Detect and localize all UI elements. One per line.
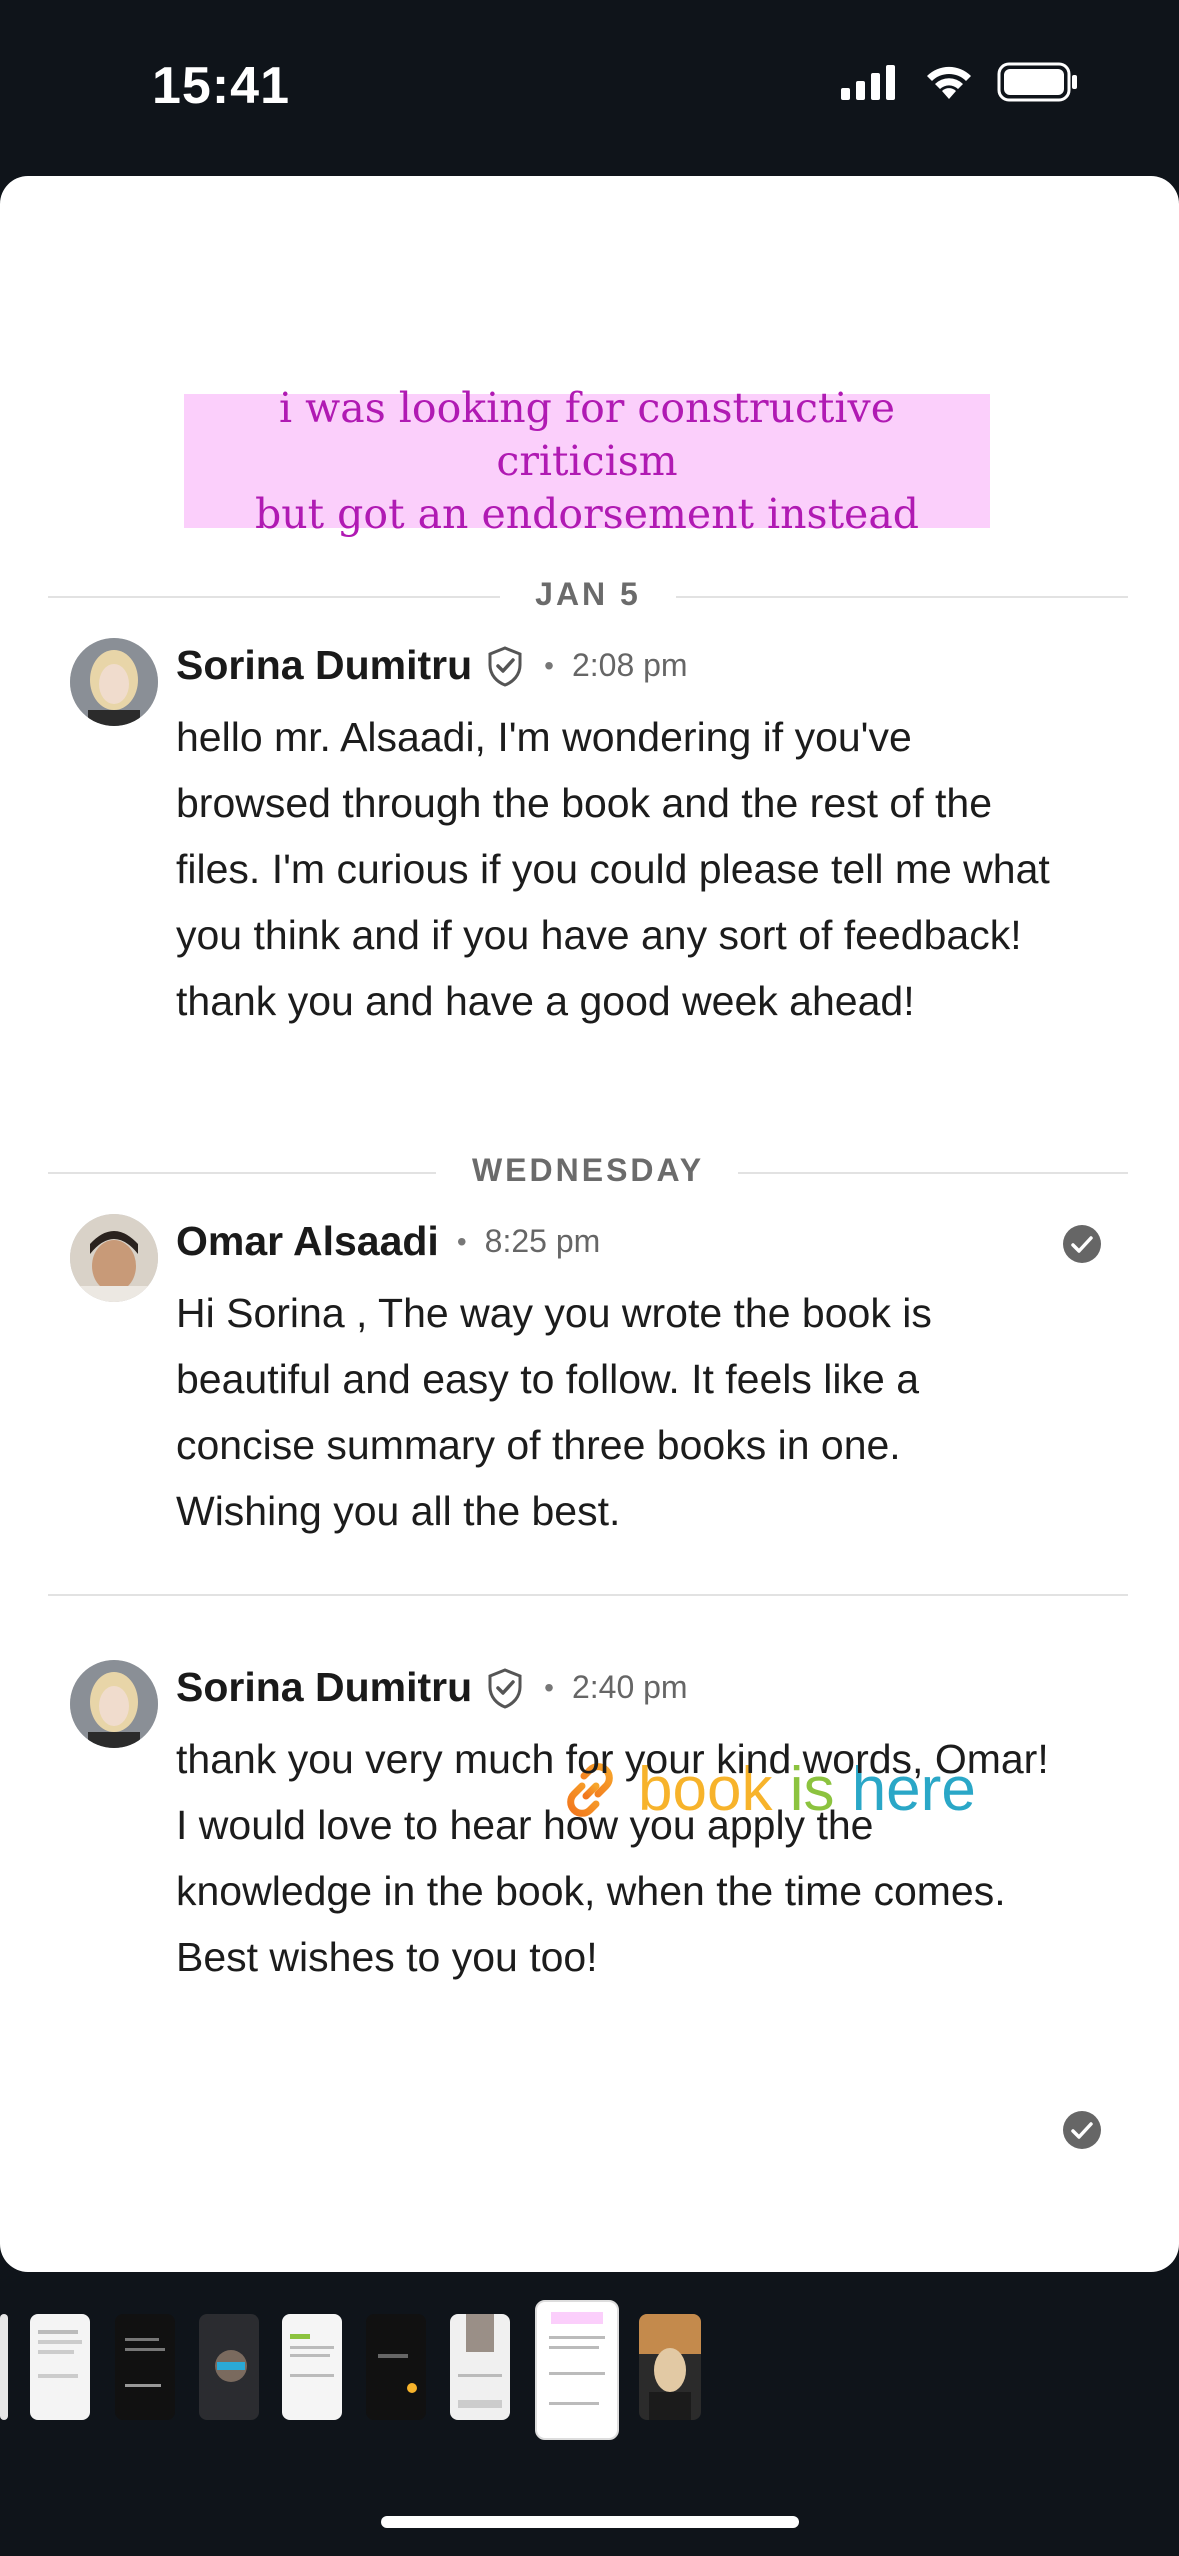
- sender-name[interactable]: Sorina Dumitru: [176, 1664, 472, 1711]
- wifi-icon: [927, 66, 971, 99]
- caption-line-1: i was looking for constructive criticism: [279, 383, 895, 485]
- story-thumbnail[interactable]: [0, 2314, 8, 2420]
- message-text: Hi Sorina , The way you wrote the book i…: [176, 1290, 932, 1534]
- separator-dot: •: [456, 1225, 467, 1257]
- message-item: Omar Alsaadi • 8:25 pm Hi Sorina , The w…: [70, 1214, 1110, 1694]
- date-separator: JAN 5: [48, 576, 1128, 616]
- story-thumbnail[interactable]: [282, 2314, 342, 2420]
- verified-shield-icon: [484, 1667, 526, 1709]
- sender-name[interactable]: Sorina Dumitru: [176, 642, 472, 689]
- avatar: [70, 1660, 158, 1748]
- sender-name[interactable]: Omar Alsaadi: [176, 1218, 439, 1265]
- verified-shield-icon: [484, 645, 526, 687]
- caption: i was looking for constructive criticism…: [184, 384, 990, 538]
- story-thumbnail[interactable]: [639, 2314, 701, 2420]
- date-label: JAN 5: [535, 576, 641, 612]
- story-thumbnail[interactable]: [199, 2314, 259, 2420]
- read-receipt-icon: [1062, 2110, 1102, 2155]
- divider: [48, 1574, 1128, 1614]
- avatar: [70, 1214, 158, 1302]
- message-text: thank you very much for your kind words,…: [176, 1736, 1049, 1980]
- status-bar: 15:41: [0, 0, 1179, 170]
- message-item: Sorina Dumitru • 2:40 pm thank you very …: [70, 1660, 1110, 2180]
- story-thumbnail[interactable]: [366, 2314, 426, 2420]
- date-label: WEDNESDAY: [471, 1152, 705, 1188]
- story-thumbnail[interactable]: [115, 2314, 175, 2420]
- battery-icon: [997, 62, 1077, 102]
- message-header: Sorina Dumitru • 2:08 pm: [176, 642, 688, 689]
- story-thumbnail[interactable]: [30, 2314, 90, 2420]
- caption-line-2: but got an endorsement instead: [254, 489, 920, 538]
- message-time: 8:25 pm: [484, 1223, 601, 1259]
- story-card: i was looking for constructive criticism…: [0, 176, 1179, 2272]
- message-text: hello mr. Alsaadi, I'm wondering if you'…: [176, 714, 1050, 1024]
- home-indicator: [381, 2516, 799, 2528]
- date-separator: WEDNESDAY: [48, 1152, 1128, 1192]
- story-thumbnail-current[interactable]: [535, 2300, 619, 2440]
- separator-dot: •: [544, 649, 554, 681]
- cellular-signal-icon: [841, 65, 895, 100]
- status-icons: [841, 62, 1079, 102]
- story-thumbnail[interactable]: [450, 2314, 510, 2420]
- status-time: 15:41: [152, 57, 290, 115]
- message-time: 2:40 pm: [571, 1669, 688, 1705]
- message-time: 2:08 pm: [571, 647, 688, 683]
- separator-dot: •: [544, 1671, 554, 1703]
- message-header: Omar Alsaadi • 8:25 pm: [176, 1218, 600, 1265]
- story-thumbnail-strip: [0, 2300, 1179, 2460]
- avatar: [70, 638, 158, 726]
- message-header: Sorina Dumitru • 2:40 pm: [176, 1664, 688, 1711]
